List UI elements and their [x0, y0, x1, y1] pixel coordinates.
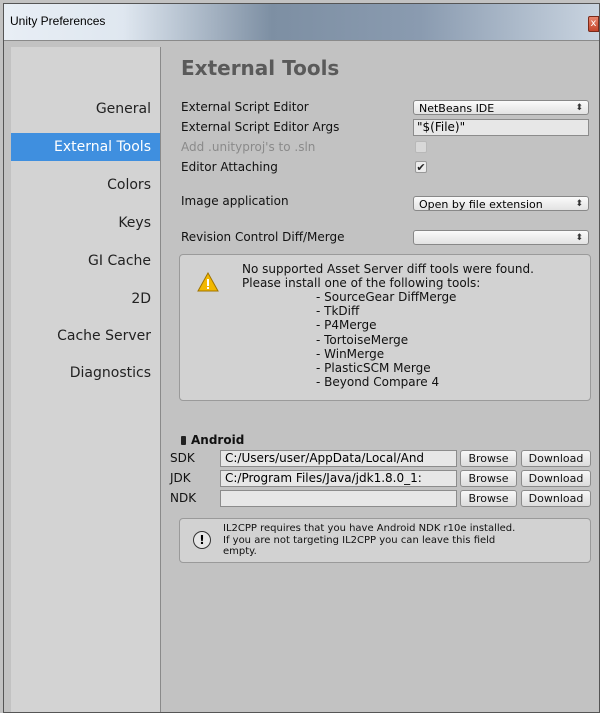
- sdk-browse-button[interactable]: Browse: [460, 450, 517, 467]
- warning-line-1: No supported Asset Server diff tools wer…: [242, 262, 534, 276]
- script-editor-dropdown[interactable]: NetBeans IDE ⬍: [413, 100, 589, 115]
- sdk-path-field[interactable]: C:/Users/user/AppData/Local/And: [220, 450, 457, 467]
- dropdown-arrow-icon: ⬍: [575, 233, 583, 243]
- checkmark-icon: ✔: [416, 161, 426, 174]
- info-line-3: empty.: [223, 546, 257, 557]
- dropdown-arrow-icon: ⬍: [575, 103, 583, 113]
- window-title: Unity Preferences: [10, 14, 106, 28]
- unityproj-checkbox[interactable]: [415, 141, 427, 153]
- android-icon: [181, 436, 186, 445]
- sidebar-item-2d[interactable]: 2D: [11, 285, 160, 313]
- close-button[interactable]: x: [588, 16, 599, 32]
- ndk-download-button[interactable]: Download: [521, 490, 591, 507]
- list-item: - Beyond Compare 4: [316, 375, 440, 390]
- jdk-browse-button[interactable]: Browse: [460, 470, 517, 487]
- diff-tools-warning-box: No supported Asset Server diff tools wer…: [179, 254, 591, 401]
- sidebar-item-cache-server[interactable]: Cache Server: [11, 322, 160, 350]
- warning-line-2: Please install one of the following tool…: [242, 276, 481, 290]
- title-bar[interactable]: Unity Preferences x: [4, 4, 599, 41]
- script-editor-args-label: External Script Editor Args: [181, 120, 340, 134]
- sidebar-item-diagnostics[interactable]: Diagnostics: [11, 359, 160, 387]
- list-item: - TkDiff: [316, 304, 360, 319]
- sdk-label: SDK: [170, 451, 195, 465]
- list-item: - TortoiseMerge: [316, 332, 409, 347]
- image-application-label: Image application: [181, 194, 289, 208]
- info-icon: !: [193, 531, 211, 549]
- revision-control-label: Revision Control Diff/Merge: [181, 230, 345, 244]
- sidebar-item-external-tools[interactable]: External Tools: [11, 133, 160, 161]
- android-title: Android: [191, 433, 245, 447]
- info-line-2: If you are not targeting IL2CPP you can …: [223, 534, 496, 546]
- external-tools-panel: External Tools External Script Editor Ne…: [161, 47, 599, 712]
- sidebar: General External Tools Colors Keys GI Ca…: [11, 47, 161, 712]
- image-application-value: Open by file extension: [419, 198, 543, 211]
- unityproj-label: Add .unityproj's to .sln: [181, 140, 316, 154]
- dropdown-arrow-icon: ⬍: [575, 199, 583, 209]
- editor-attaching-checkbox[interactable]: ✔: [415, 161, 427, 173]
- android-section-header: Android: [181, 433, 244, 447]
- jdk-path-field[interactable]: C:/Program Files/Java/jdk1.8.0_1:: [220, 470, 457, 487]
- il2cpp-info-box: ! IL2CPP requires that you have Android …: [179, 518, 591, 563]
- sidebar-item-gi-cache[interactable]: GI Cache: [11, 247, 160, 275]
- ndk-label: NDK: [170, 491, 197, 505]
- ndk-browse-button[interactable]: Browse: [460, 490, 517, 507]
- jdk-label: JDK: [170, 471, 191, 485]
- ndk-path-field[interactable]: [220, 490, 457, 507]
- list-item: - WinMerge: [316, 346, 385, 361]
- script-editor-args-field[interactable]: "$(File)": [413, 119, 589, 136]
- warning-message: No supported Asset Server diff tools wer…: [242, 262, 534, 290]
- sidebar-item-colors[interactable]: Colors: [11, 171, 160, 199]
- list-item: - P4Merge: [316, 318, 377, 333]
- preferences-window: Unity Preferences x General External Too…: [3, 3, 600, 713]
- il2cpp-info-text: IL2CPP requires that you have Android ND…: [223, 523, 588, 558]
- image-application-dropdown[interactable]: Open by file extension ⬍: [413, 196, 589, 211]
- editor-attaching-label: Editor Attaching: [181, 160, 278, 174]
- jdk-download-button[interactable]: Download: [521, 470, 591, 487]
- list-item: - PlasticSCM Merge: [316, 361, 431, 375]
- sidebar-item-keys[interactable]: Keys: [11, 209, 160, 237]
- sdk-download-button[interactable]: Download: [521, 450, 591, 467]
- revision-control-dropdown[interactable]: ⬍: [413, 230, 589, 245]
- warning-icon: [197, 272, 219, 292]
- script-editor-label: External Script Editor: [181, 100, 309, 114]
- page-title: External Tools: [181, 56, 340, 80]
- info-line-1: IL2CPP requires that you have Android ND…: [223, 523, 516, 534]
- sidebar-item-general[interactable]: General: [11, 95, 160, 123]
- script-editor-value: NetBeans IDE: [419, 102, 495, 115]
- list-item: - SourceGear DiffMerge: [316, 290, 457, 304]
